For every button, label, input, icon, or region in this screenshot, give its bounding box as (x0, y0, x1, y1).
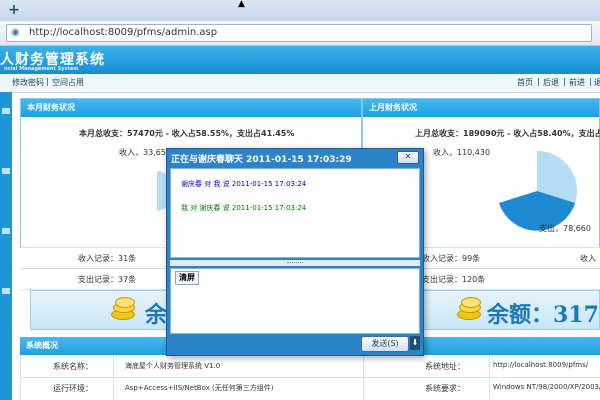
menu-divider: | (563, 77, 566, 86)
chat-message: 谢庆春 对 我 说 2011-01-15 17:03:24 (181, 180, 307, 188)
chat-splitter[interactable] (170, 260, 420, 266)
last-month-expense-records: 支出记录：120条 (422, 275, 486, 284)
system-address-value[interactable]: http://localhost:8009/pfms/ (493, 361, 588, 369)
system-env-label: 运行环境： (53, 384, 93, 393)
menu-bar: 修改密码 | 空间占用 首页 | 后退 | 前进 | 退 (0, 74, 600, 93)
sidebar-stub[interactable] (2, 288, 10, 294)
system-overview-table: 系统名称： 海底屋个人财务管理系统 V1.0 系统地址： http://loca… (20, 355, 600, 400)
this-month-heading: 本月财务状况 (21, 99, 361, 117)
sidebar-stub[interactable] (2, 168, 10, 174)
globe-icon: ◉ (11, 27, 20, 38)
coins-icon (455, 297, 483, 323)
menu-back[interactable]: 后退 (543, 77, 559, 88)
menu-divider: | (589, 77, 592, 86)
address-bar: ◉ http://localhost:8009/pfms/admin.asp (0, 21, 600, 46)
chat-input-area[interactable]: 清屏 (170, 268, 420, 334)
system-address-label: 系统地址： (425, 362, 465, 371)
this-month-income-label: 收入，33,650 (119, 148, 171, 157)
sidebar-stub[interactable] (2, 228, 10, 234)
last-month-income-label: 收入，110,430 (433, 148, 491, 157)
last-month-balance-text: 余额：3177 (487, 302, 600, 328)
system-name-label: 系统名称： (53, 362, 93, 371)
cursor-icon: ▲ (238, 0, 245, 9)
chat-dialog[interactable]: 正在与谢庆春聊天 2011-01-15 17:03:29 ✕ 谢庆春 对 我 说… (166, 148, 424, 356)
url-text[interactable]: http://localhost:8009/pfms/admin.asp (29, 26, 217, 40)
last-month-heading: 上月财务状况 (363, 99, 599, 117)
menu-divider: | (537, 77, 540, 86)
system-env-value: Asp+Access+IIS/NetBox (无任何第三方组件) (125, 384, 274, 392)
coins-icon (109, 297, 137, 323)
system-req-label: 系统要求： (425, 384, 465, 393)
chat-message-area[interactable]: 谢庆春 对 我 说 2011-01-15 17:03:24 我 对 谢庆春 说 … (170, 168, 420, 258)
menu-change-password[interactable]: 修改密码 (12, 77, 44, 88)
this-month-income-records: 收入记录：31条 (78, 254, 137, 263)
clear-screen-button[interactable]: 清屏 (175, 271, 199, 285)
this-month-expense-records: 支出记录：37条 (78, 275, 137, 284)
this-month-summary: 本月总收支：57470元 - 收入占58.55%，支出占41.45% (79, 129, 295, 138)
url-input[interactable]: ◉ http://localhost:8009/pfms/admin.asp (6, 24, 592, 42)
menu-divider: | (46, 77, 49, 86)
menu-space-usage[interactable]: 空间占用 (52, 77, 84, 88)
app-subtitle: ncial Management System (4, 66, 79, 72)
pie-chart-icon (499, 151, 578, 231)
last-month-income-records: 收入记录：99条 (422, 254, 481, 263)
last-month-summary: 上月总收支：189090元 - 收入占58.40%，支出占 (415, 129, 600, 138)
close-icon[interactable]: ✕ (397, 151, 419, 164)
menu-forward[interactable]: 前进 (569, 77, 585, 88)
grip-icon (287, 262, 303, 265)
system-name-value: 海底屋个人财务管理系统 V1.0 (125, 362, 221, 370)
cut-off-text: 收入 (580, 254, 596, 263)
send-button[interactable]: 发送(S) (361, 336, 409, 352)
chat-message: 我 对 谢庆春 说 2011-01-15 17:03:24 (181, 204, 307, 212)
browser-tab-strip: + ▲ (0, 0, 600, 22)
dropdown-arrow-icon[interactable]: ⬇ (410, 336, 420, 350)
last-month-expense-label: 支出，78,660 (539, 224, 591, 233)
left-sidebar[interactable] (0, 92, 12, 400)
new-tab-icon[interactable]: + (6, 2, 22, 18)
system-req-value: Windows NT/98/2000/XP/2003/V (493, 383, 600, 391)
menu-more[interactable]: 退 (594, 77, 600, 88)
app-header: 人财务管理系统 ncial Management System (0, 46, 600, 74)
chat-dialog-title[interactable]: 正在与谢庆春聊天 2011-01-15 17:03:29 (171, 152, 352, 165)
menu-home[interactable]: 首页 (517, 77, 533, 88)
sidebar-stub[interactable] (2, 108, 10, 114)
